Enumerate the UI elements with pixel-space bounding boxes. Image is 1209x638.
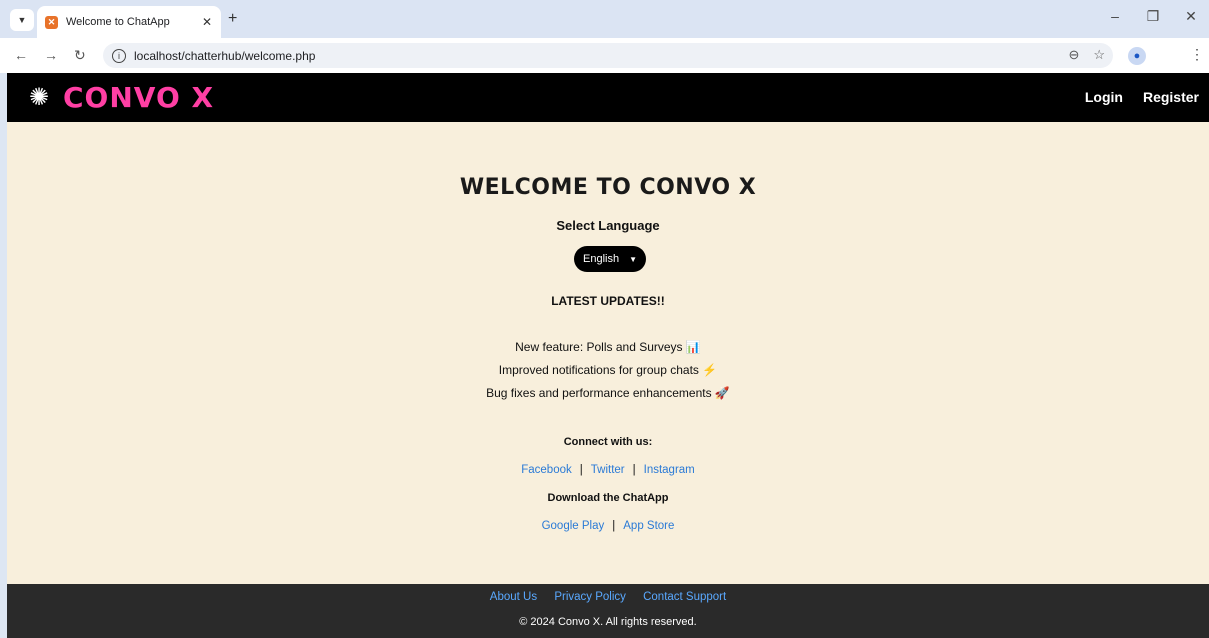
site-footer: About Us Privacy Policy Contact Support … (7, 584, 1209, 638)
register-link[interactable]: Register (1143, 89, 1199, 105)
facebook-link[interactable]: Facebook (521, 464, 572, 476)
browser-tabstrip: ▼ ✕ Welcome to ChatApp ✕ + – ❐ ✕ (0, 0, 1209, 38)
copyright-text: © 2024 Convo X. All rights reserved. (519, 616, 697, 628)
about-us-link[interactable]: About Us (490, 591, 537, 603)
app-store-link[interactable]: App Store (623, 520, 674, 532)
lightning-icon: ⚡ (702, 363, 718, 377)
update-item: Bug fixes and performance enhancements 🚀 (7, 386, 1209, 400)
social-links: Facebook | Twitter | Instagram (7, 464, 1209, 476)
new-tab-button[interactable]: + (228, 10, 237, 28)
footer-links: About Us Privacy Policy Contact Support (7, 591, 1209, 603)
address-bar[interactable]: i localhost/chatterhub/welcome.php ⊖ ☆ (103, 43, 1113, 68)
reload-icon[interactable]: ↻ (74, 47, 86, 64)
profile-avatar-icon[interactable]: ● (1128, 47, 1146, 65)
update-text: Improved notifications for group chats (498, 363, 699, 377)
connect-heading: Connect with us: (563, 436, 653, 448)
chevron-down-icon: ▼ (629, 254, 637, 264)
page-title: WELCOME TO CONVO X (459, 175, 757, 200)
rocket-icon: 🚀 (714, 386, 730, 400)
store-links: Google Play | App Store (7, 520, 1209, 532)
language-selected-value: English (583, 253, 620, 265)
header-nav: Login Register (1085, 89, 1199, 105)
site-logo[interactable]: ✺ CONVO X (25, 81, 214, 114)
minimize-icon[interactable]: – (1107, 8, 1123, 25)
bookmark-star-icon[interactable]: ☆ (1093, 47, 1105, 63)
updates-heading: LATEST UPDATES!! (551, 294, 665, 308)
browser-tab[interactable]: ✕ Welcome to ChatApp ✕ (37, 6, 221, 38)
login-link[interactable]: Login (1085, 89, 1123, 105)
privacy-policy-link[interactable]: Privacy Policy (554, 591, 626, 603)
site-header: ✺ CONVO X Login Register (7, 73, 1209, 122)
restore-icon[interactable]: ❐ (1145, 8, 1161, 25)
window-close-icon[interactable]: ✕ (1183, 8, 1199, 25)
zoom-icon[interactable]: ⊖ (1068, 47, 1079, 63)
separator: | (579, 464, 583, 476)
window-controls: – ❐ ✕ (1107, 8, 1199, 25)
tab-search-button[interactable]: ▼ (10, 9, 34, 31)
separator: | (612, 520, 616, 532)
download-heading: Download the ChatApp (547, 492, 669, 504)
twitter-link[interactable]: Twitter (591, 464, 625, 476)
toolbar: ← → ↻ i localhost/chatterhub/welcome.php… (0, 38, 1209, 73)
update-text: New feature: Polls and Surveys (515, 340, 683, 354)
page-viewport: ✺ CONVO X Login Register WELCOME TO CONV… (7, 73, 1209, 638)
url-text[interactable]: localhost/chatterhub/welcome.php (134, 49, 315, 63)
language-select[interactable]: English ▼ (574, 246, 646, 272)
update-text: Bug fixes and performance enhancements (486, 386, 712, 400)
close-icon[interactable]: ✕ (199, 15, 215, 29)
forward-arrow-icon[interactable]: → (44, 47, 58, 63)
google-play-link[interactable]: Google Play (542, 520, 605, 532)
openai-knot-icon: ✺ (28, 84, 50, 111)
update-item: New feature: Polls and Surveys 📊 (7, 340, 1209, 354)
site-info-icon[interactable]: i (112, 48, 126, 63)
contact-support-link[interactable]: Contact Support (643, 591, 726, 603)
separator: | (632, 464, 636, 476)
logo-text: CONVO X (63, 81, 215, 114)
language-label: Select Language (556, 218, 660, 233)
instagram-link[interactable]: Instagram (644, 464, 695, 476)
browser-menu-icon[interactable]: ⋮ (1190, 46, 1204, 63)
xampp-favicon-icon: ✕ (45, 15, 58, 29)
back-arrow-icon[interactable]: ← (14, 47, 28, 63)
bar-chart-icon: 📊 (685, 340, 701, 354)
chevron-down-icon: ▼ (17, 15, 27, 25)
update-item: Improved notifications for group chats ⚡ (7, 363, 1209, 377)
main-content: WELCOME TO CONVO X Select Language Engli… (7, 122, 1209, 584)
tab-title: Welcome to ChatApp (66, 16, 170, 28)
